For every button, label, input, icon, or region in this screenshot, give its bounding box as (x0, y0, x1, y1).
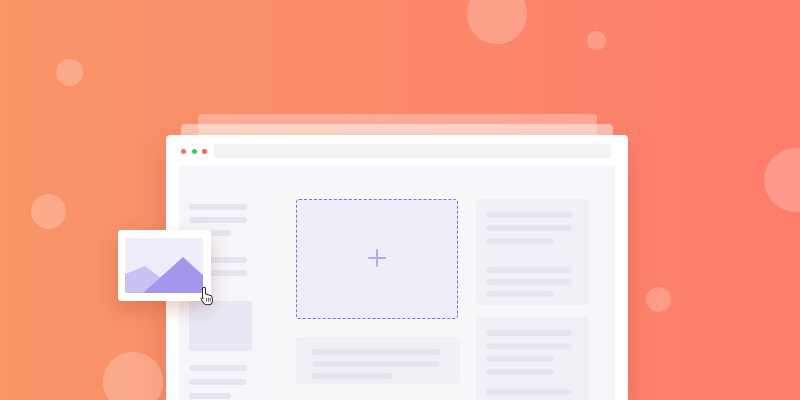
window-minimize-dot[interactable] (202, 149, 207, 154)
decorative-bubble (56, 59, 83, 86)
hero-illustration (0, 0, 800, 400)
card-line (486, 389, 572, 395)
card-line (486, 343, 572, 349)
sidebar-line (189, 379, 247, 385)
card-line (486, 212, 572, 218)
sidebar-card (189, 301, 252, 351)
sidebar-line (189, 365, 247, 371)
text-card (296, 337, 460, 384)
card-line (312, 373, 392, 379)
window-maximize-dot[interactable] (192, 149, 197, 154)
card-line (486, 238, 554, 244)
address-bar[interactable] (214, 144, 611, 158)
card-line (486, 291, 554, 297)
card-line (312, 361, 440, 367)
text-card (476, 199, 589, 305)
text-card (476, 317, 589, 400)
hand-pointer-icon (200, 286, 214, 306)
window-close-dot[interactable] (181, 149, 186, 154)
sidebar-line (189, 204, 247, 210)
image-icon (125, 238, 203, 293)
window-titlebar (166, 135, 628, 167)
card-line (486, 330, 572, 336)
content-area (273, 180, 603, 400)
decorative-bubble (31, 194, 66, 229)
window-body (179, 166, 615, 400)
decorative-bubble (467, 0, 527, 44)
card-line (486, 225, 572, 231)
decorative-bubble (103, 352, 163, 400)
plus-icon (368, 249, 386, 267)
dragged-image-card[interactable] (118, 230, 211, 301)
image-drop-zone[interactable] (296, 199, 458, 319)
browser-window (166, 135, 628, 400)
card-line (486, 267, 572, 273)
decorative-bubble (764, 148, 800, 212)
decorative-bubble (587, 31, 606, 50)
decorative-bubble (646, 287, 671, 312)
card-line (486, 369, 554, 375)
sidebar-line (189, 217, 247, 223)
card-line (312, 349, 440, 355)
card-line (486, 356, 554, 362)
card-line (486, 279, 572, 285)
sidebar-line (189, 393, 231, 399)
